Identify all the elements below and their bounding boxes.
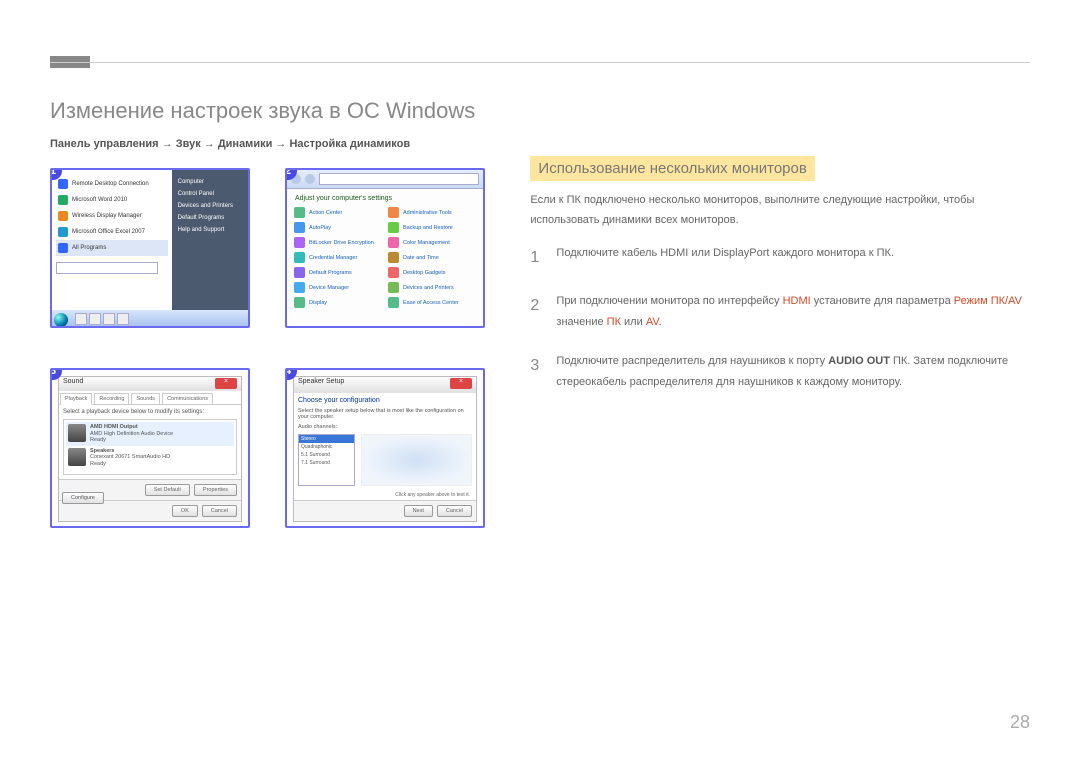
- sound-tab: Communications: [162, 393, 213, 404]
- close-icon: ×: [450, 378, 472, 389]
- dev2-sub2: Ready: [90, 461, 106, 467]
- speaker-option: Quadraphonic: [299, 443, 354, 451]
- start-menu-item: Microsoft Word 2010: [56, 192, 168, 208]
- start-menu-item: Computer: [176, 176, 244, 188]
- step-number: 2: [530, 291, 556, 333]
- speaker-icon: [68, 424, 86, 442]
- control-panel-item: Devices and Printers: [387, 281, 477, 294]
- section-title: Использование нескольких мониторов: [530, 156, 814, 181]
- sp-sub: Select the speaker setup below that is m…: [294, 408, 476, 420]
- start-menu-item: Help and Support: [176, 224, 244, 236]
- cancel-button: Cancel: [202, 505, 237, 517]
- speaker-diagram: [361, 434, 472, 486]
- speaker-option: Stereo: [299, 435, 354, 443]
- start-menu-item: Devices and Printers: [176, 200, 244, 212]
- control-panel-item: Default Programs: [293, 266, 383, 279]
- screenshot-control-panel: 2 Adjust your computer's settings Action…: [285, 168, 485, 328]
- control-panel-item: Device Manager: [293, 281, 383, 294]
- cp-heading: Adjust your computer's settings: [287, 189, 483, 204]
- start-menu-item: Default Programs: [176, 212, 244, 224]
- dev1-sub2: Ready: [90, 437, 106, 443]
- start-menu-item: Wireless Display Manager: [56, 208, 168, 224]
- start-menu-item: Microsoft Office Excel 2007: [56, 224, 168, 240]
- setdefault-button: Set Default: [145, 484, 190, 496]
- control-panel-item: Date and Time: [387, 251, 477, 264]
- cancel-button: Cancel: [437, 505, 472, 517]
- taskbar: [52, 310, 248, 326]
- intro-paragraph: Если к ПК подключено несколько мониторов…: [530, 191, 1030, 231]
- sp-note: Click any speaker above to test it.: [294, 490, 476, 500]
- control-panel-item: Display: [293, 296, 383, 309]
- dev2-name: Speakers: [90, 448, 114, 454]
- start-orb-icon: [54, 313, 68, 327]
- dev1-name: AMD HDMI Output: [90, 424, 138, 430]
- control-panel-item: AutoPlay: [293, 221, 383, 234]
- search-input: [56, 262, 158, 274]
- step-number: 3: [530, 351, 556, 393]
- start-menu-item: Remote Desktop Connection: [56, 176, 168, 192]
- step-text: Подключите распределитель для наушников …: [556, 351, 1030, 393]
- control-panel-item: Ease of Access Center: [387, 296, 477, 309]
- sp-label: Audio channels:: [294, 420, 476, 430]
- control-panel-item: Color Management: [387, 236, 477, 249]
- properties-button: Properties: [194, 484, 237, 496]
- step-number: 1: [530, 243, 556, 273]
- control-panel-item: Backup and Restore: [387, 221, 477, 234]
- sound-tab: Playback: [60, 393, 92, 405]
- main-title: Изменение настроек звука в ОС Windows: [50, 98, 510, 124]
- control-panel-item: Credential Manager: [293, 251, 383, 264]
- start-menu-item: All Programs: [56, 240, 168, 256]
- control-panel-item: BitLocker Drive Encryption: [293, 236, 383, 249]
- configure-button: Configure: [62, 492, 104, 504]
- close-icon: ×: [215, 378, 237, 389]
- next-button: Next: [404, 505, 433, 517]
- left-column: Изменение настроек звука в ОС Windows Па…: [50, 98, 510, 548]
- sound-title: Sound: [63, 378, 83, 390]
- sound-instruction: Select a playback device below to modify…: [63, 409, 237, 415]
- speaker-option: 5.1 Surround: [299, 451, 354, 459]
- control-panel-item: Action Center: [293, 206, 383, 219]
- steps-list: 1Подключите кабель HDMI или DisplayPort …: [530, 243, 1030, 393]
- step-text: Подключите кабель HDMI или DisplayPort к…: [556, 243, 1030, 273]
- page-content: Изменение настроек звука в ОС Windows Па…: [50, 98, 1030, 548]
- control-panel-item: Desktop Gadgets: [387, 266, 477, 279]
- sp-heading: Choose your configuration: [294, 393, 476, 408]
- screenshot-grid: 1 Remote Desktop ConnectionMicrosoft Wor…: [50, 168, 510, 548]
- right-column: Использование нескольких мониторов Если …: [510, 98, 1030, 548]
- sound-tab: Sounds: [131, 393, 160, 404]
- screenshot-sound-dialog: 3 Sound× PlaybackRecordingSoundsCommunic…: [50, 368, 250, 528]
- ok-button: OK: [172, 505, 198, 517]
- speaker-icon: [68, 448, 86, 466]
- speaker-option: 7.1 Surround: [299, 459, 354, 467]
- sound-tab: Recording: [94, 393, 129, 404]
- step-text: При подключении монитора по интерфейсу H…: [556, 291, 1030, 333]
- dev1-sub1: AMD High Definition Audio Device: [90, 431, 173, 437]
- start-menu-item: Control Panel: [176, 188, 244, 200]
- header-rule: [50, 62, 1030, 63]
- dev2-sub1: Conexant 20671 SmartAudio HD: [90, 454, 170, 460]
- control-panel-item: Administrative Tools: [387, 206, 477, 219]
- breadcrumb-path: Панель управления → Звук → Динамики → На…: [50, 138, 510, 150]
- screenshot-speaker-setup: 4 Speaker Setup× Choose your configurati…: [285, 368, 485, 528]
- screenshot-start-menu: 1 Remote Desktop ConnectionMicrosoft Wor…: [50, 168, 250, 328]
- page-number: 28: [1010, 712, 1030, 733]
- sp-title: Speaker Setup: [298, 378, 344, 392]
